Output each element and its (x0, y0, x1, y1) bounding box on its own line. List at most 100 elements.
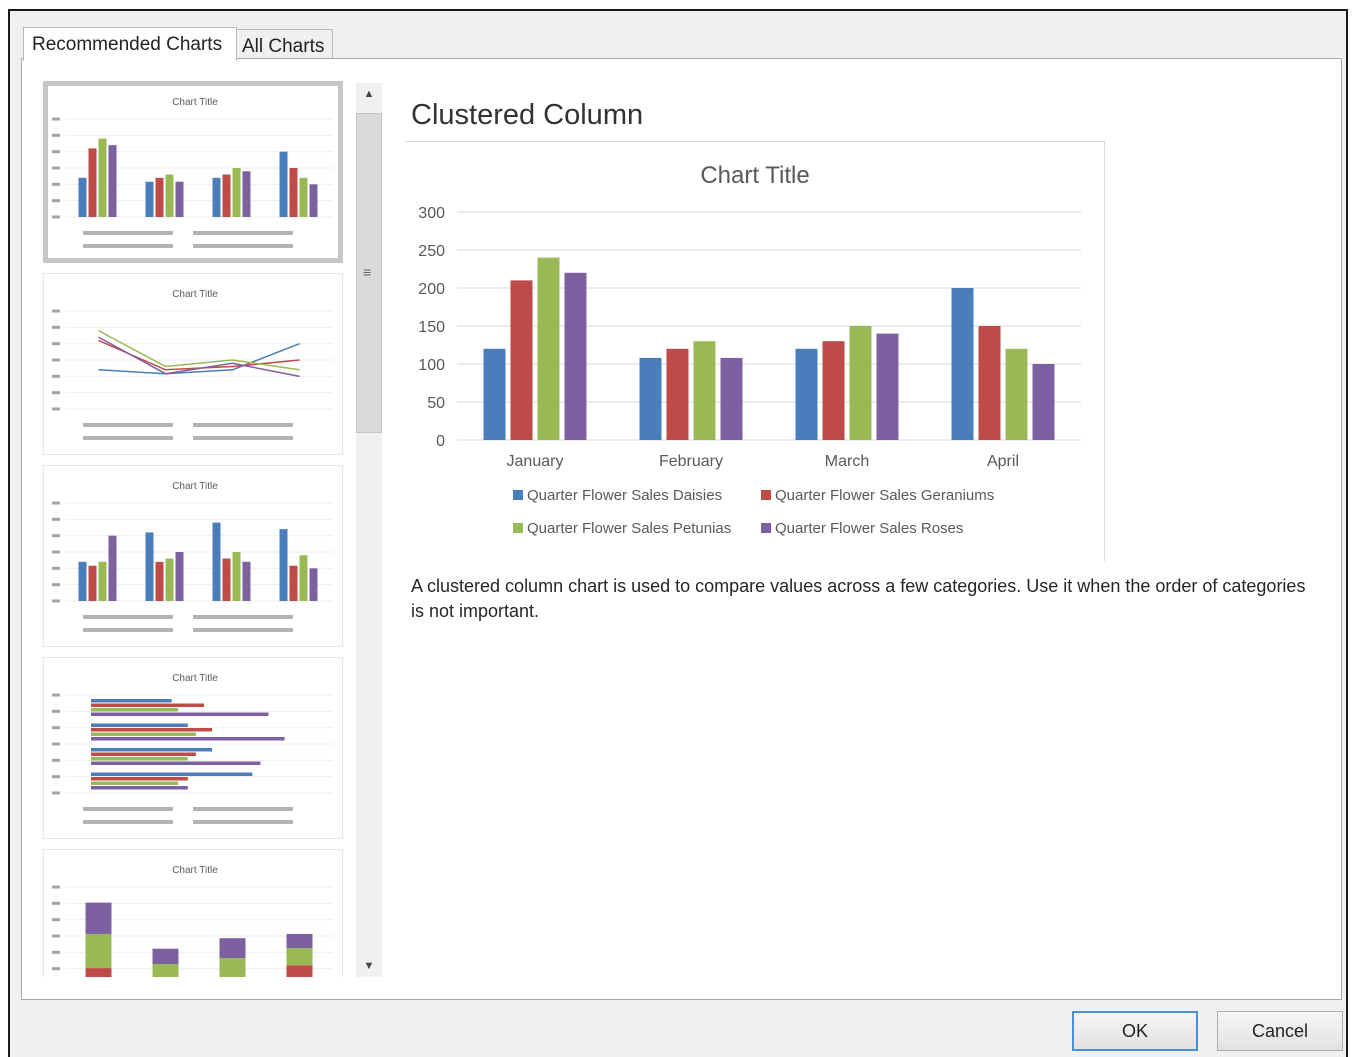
y-tick-label: 250 (418, 243, 445, 260)
thumbnail-clustered-column-by-series[interactable]: Chart Title (43, 465, 343, 647)
thumbnail-clustered-column[interactable]: Chart Title (43, 81, 343, 263)
bar-march-s0 (795, 348, 818, 440)
recommended-charts-panel: Chart Title Chart Title Chart Title Chart T… (21, 58, 1342, 1000)
thumbnail-bar (108, 145, 117, 217)
chart-description: A clustered column chart is used to comp… (411, 576, 1306, 621)
bar-january-s3 (564, 272, 587, 440)
thumbnail-tick-mark (52, 709, 60, 713)
triangle-up-icon[interactable]: ▲ (356, 83, 382, 105)
bar-february-s3 (720, 357, 743, 440)
y-tick-label: 50 (427, 395, 445, 412)
thumbnail-chart: Chart Title (52, 865, 333, 977)
thumbnail-tick-mark (52, 215, 60, 219)
thumbnail-legend-mark (83, 423, 173, 427)
thumbnail-bar (78, 561, 87, 601)
thumbnail-bar (232, 552, 241, 601)
thumbnail-bar (279, 529, 288, 601)
thumbnail-bar (91, 777, 188, 781)
thumbnail-tick-mark (52, 885, 60, 889)
thumbnail-chart: Chart Title (52, 97, 333, 248)
bar-april-s2 (1005, 348, 1028, 440)
thumbnail-scrollbar[interactable]: ▲ ≡ ▼ (356, 83, 382, 977)
x-tick-label: February (659, 453, 723, 470)
bar-april-s1 (978, 326, 1001, 440)
thumbnail-bar (91, 737, 285, 741)
thumbnail-list[interactable]: Chart Title Chart Title Chart Title Chart T… (43, 81, 351, 977)
bar-april-s0 (951, 288, 974, 440)
thumbnail-bar (108, 535, 117, 601)
thumbnail-bar (85, 933, 112, 969)
thumbnail-tick-mark (52, 775, 60, 779)
thumbnail-bar (88, 148, 97, 217)
thumbnail-bar (219, 958, 246, 977)
thumbnail-stacked-column[interactable]: Chart Title (43, 849, 343, 977)
thumbnail-bar (175, 552, 184, 601)
thumbnail-title: Chart Title (172, 865, 218, 876)
thumbnail-bar (155, 561, 164, 601)
bar-march-s2 (849, 326, 872, 440)
thumbnail-bar (289, 565, 298, 601)
chart-preview: Chart Title 0 50 100 150 200 250 300 January Febr… (405, 141, 1105, 561)
scrollbar-thumb[interactable]: ≡ (356, 113, 382, 433)
thumbnail-tick-mark (52, 918, 60, 922)
legend-swatch (513, 523, 523, 533)
thumbnail-bar (222, 174, 231, 217)
thumbnail-legend-mark (193, 615, 293, 619)
thumbnail-tick-mark (52, 967, 60, 971)
thumbnail-legend-mark (193, 436, 293, 440)
tab-all-charts[interactable]: All Charts (233, 29, 333, 59)
thumbnail-line[interactable]: Chart Title (43, 273, 343, 455)
bar-january-s0 (483, 348, 506, 440)
thumbnail-bar (242, 561, 251, 601)
thumbnail-bar (212, 522, 221, 601)
thumbnail-bar (91, 703, 204, 707)
thumbnail-tick-mark (52, 517, 60, 521)
thumbnail-tick-mark (52, 901, 60, 905)
thumbnail-bar (289, 168, 298, 217)
bar-march-s1 (822, 341, 845, 440)
thumbnail-bar (242, 171, 251, 217)
thumbnail-tick-mark (52, 758, 60, 762)
thumbnail-tick-mark (52, 199, 60, 203)
thumbnail-tick-mark (52, 583, 60, 587)
thumbnail-bar (212, 177, 221, 217)
thumbnail-bar (152, 964, 179, 977)
ok-button[interactable]: OK (1072, 1011, 1198, 1051)
thumbnail-bar (165, 174, 174, 217)
thumbnail-line (98, 336, 300, 378)
thumbnail-bar (91, 728, 212, 732)
thumbnail-bar (91, 772, 253, 776)
thumbnail-legend-mark (83, 244, 173, 248)
thumbnail-legend-mark (83, 628, 173, 632)
x-tick-label: January (507, 453, 564, 470)
thumbnail-bar (91, 708, 179, 712)
thumbnail-tick-mark (52, 358, 60, 362)
thumbnail-chart: Chart Title (52, 481, 333, 632)
clustered-column-chart: Chart Title 0 50 100 150 200 250 300 January Febr… (418, 162, 1081, 537)
cancel-button[interactable]: Cancel (1217, 1011, 1343, 1051)
bar-april-s3 (1032, 364, 1055, 440)
thumbnail-bar (286, 933, 313, 949)
thumbnail-bar (175, 181, 184, 217)
thumbnail-tick-mark (52, 374, 60, 378)
triangle-down-icon[interactable]: ▼ (356, 955, 382, 977)
thumbnail-bar (91, 723, 188, 727)
bar-january-s2 (537, 257, 560, 440)
legend-swatch (513, 490, 523, 500)
preview-chart-type-title: Clustered Column (411, 99, 644, 131)
thumbnail-bar (91, 757, 188, 761)
thumbnail-line (98, 329, 300, 371)
thumbnail-tick-mark (52, 501, 60, 505)
thumbnail-tick-mark (52, 934, 60, 938)
thumbnail-bar (219, 938, 246, 959)
thumbnail-tick-mark (52, 309, 60, 313)
tab-recommended-charts[interactable]: Recommended Charts (23, 27, 237, 61)
y-tick-label: 0 (436, 433, 445, 450)
legend-swatch (761, 523, 771, 533)
bar-march-s3 (876, 333, 899, 440)
thumbnail-tick-mark (52, 407, 60, 411)
thumbnail-bar (299, 555, 308, 601)
thumbnail-legend-mark (193, 231, 293, 235)
thumbnail-tick-mark (52, 950, 60, 954)
thumbnail-clustered-bar[interactable]: Chart Title (43, 657, 343, 839)
